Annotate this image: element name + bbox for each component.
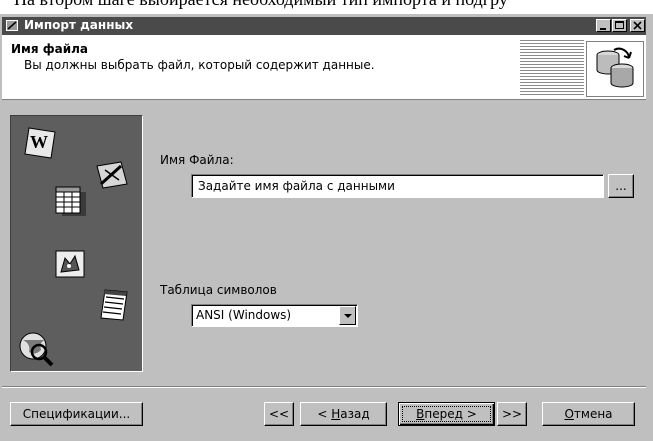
charset-label: Таблица символов (160, 283, 277, 297)
back-accelerator: Н (331, 406, 341, 421)
title-bar[interactable]: Импорт данных (2, 17, 646, 35)
first-step-button[interactable]: << (264, 402, 294, 426)
minimize-button[interactable] (596, 19, 611, 32)
focus-rectangle (402, 406, 491, 422)
window-title: Импорт данных (24, 18, 134, 32)
spreadsheet-icon (55, 186, 86, 216)
back-prefix: < (317, 406, 332, 421)
maximize-button[interactable] (612, 19, 627, 32)
cancel-button[interactable]: Отмена (542, 402, 635, 426)
header-hatch-decoration (520, 39, 584, 95)
cancel-label: тмена (573, 406, 613, 421)
svg-text:W: W (30, 132, 48, 152)
wizard-header: Имя файла Вы должны выбрать файл, которы… (2, 35, 646, 100)
chevron-down-icon[interactable] (339, 306, 356, 325)
foxpro-icon (55, 250, 85, 278)
minimize-icon (600, 28, 606, 30)
pencil-icon (6, 20, 18, 31)
close-button[interactable] (630, 19, 645, 32)
file-name-input[interactable] (191, 174, 604, 198)
charset-select[interactable]: ANSI (Windows) (191, 304, 358, 327)
globe-search-icon (19, 332, 54, 367)
pen-tool-icon (96, 161, 128, 189)
last-step-button[interactable]: >> (497, 402, 527, 426)
back-label: азад (340, 406, 370, 421)
next-button[interactable]: Вперед > (398, 402, 495, 426)
back-button[interactable]: < Назад (300, 402, 387, 426)
document-caption: На втором шаге выбирается необходимый ти… (0, 0, 653, 14)
document-caption-text: На втором шаге выбирается необходимый ти… (14, 0, 508, 10)
import-dialog: Импорт данных Имя файла Вы должны выбрат… (0, 14, 653, 441)
notepad-icon (100, 289, 128, 321)
maximize-icon (615, 21, 624, 29)
charset-selected-value: ANSI (Windows) (196, 308, 292, 322)
browse-file-button[interactable]: ... (608, 174, 634, 198)
cancel-accelerator: О (564, 406, 574, 421)
step-description: Вы должны выбрать файл, который содержит… (24, 58, 375, 72)
step-title: Имя файла (11, 42, 89, 56)
wizard-sidebar-graphic: W (10, 115, 143, 372)
footer-separator (2, 386, 646, 388)
word-document-icon: W (24, 127, 56, 159)
specifications-button[interactable]: Спецификации... (10, 402, 143, 426)
file-name-label: Имя Файла: (160, 153, 234, 167)
close-icon (633, 21, 642, 30)
header-icon-frame (586, 41, 644, 97)
database-sync-icon (596, 47, 634, 88)
